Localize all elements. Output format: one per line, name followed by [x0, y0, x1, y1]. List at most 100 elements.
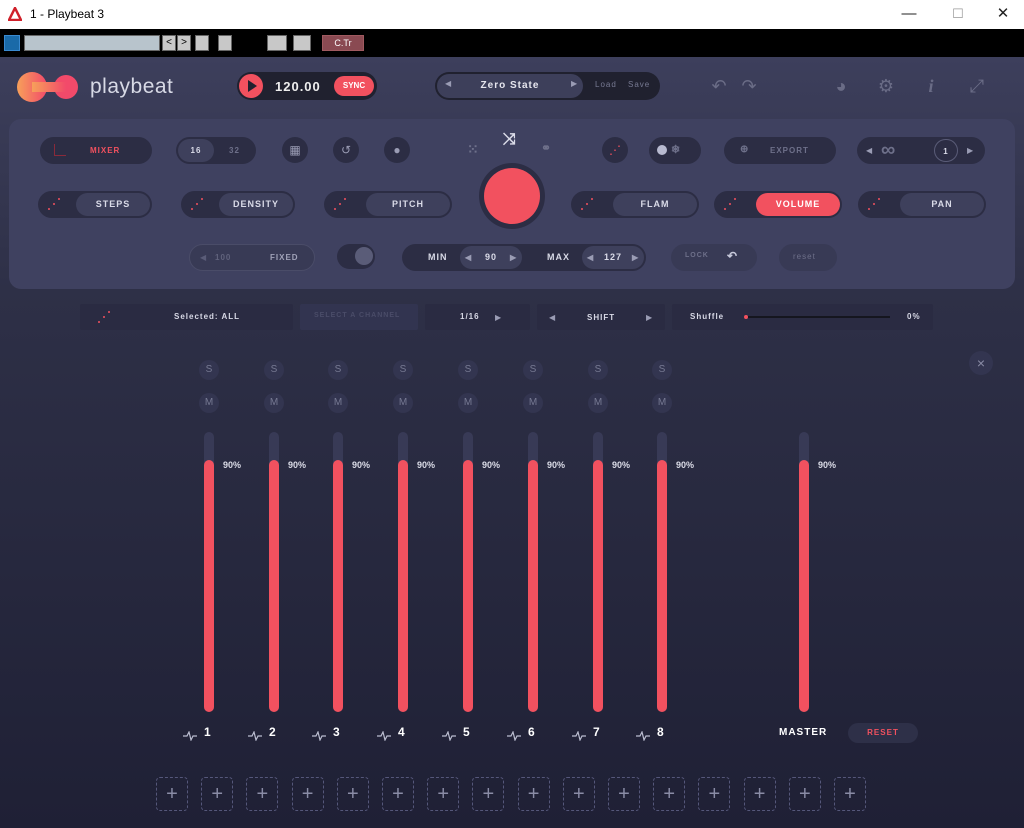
load-button[interactable]: Load — [595, 80, 617, 89]
redo-icon[interactable]: ↷ — [738, 75, 760, 97]
randomize-icon[interactable]: ⋰ — [602, 137, 628, 163]
preset-next-icon[interactable]: ▶ — [571, 79, 577, 88]
lock-button[interactable]: LOCK ↶ — [671, 244, 757, 271]
info-icon[interactable]: i — [920, 75, 942, 97]
host-ctr-button[interactable]: C.Tr — [322, 35, 364, 51]
flam-button[interactable]: FLAM — [613, 193, 697, 216]
add-slot-button[interactable]: + — [156, 777, 188, 811]
solo-button[interactable]: S — [393, 360, 413, 380]
add-slot-button[interactable]: + — [382, 777, 414, 811]
loop-prev-icon[interactable]: ◀ — [866, 146, 872, 155]
power-icon[interactable] — [4, 35, 20, 51]
add-slot-button[interactable]: + — [834, 777, 866, 811]
theme-icon[interactable]: ◕ — [830, 75, 852, 97]
mute-button[interactable]: M — [393, 393, 413, 413]
play-button[interactable] — [239, 74, 263, 98]
add-slot-button[interactable]: + — [517, 777, 550, 811]
routing-icon[interactable] — [267, 35, 287, 51]
waveform-icon[interactable] — [572, 728, 586, 742]
fader-level[interactable] — [799, 460, 809, 712]
solo-button[interactable]: S — [199, 360, 219, 380]
mute-button[interactable]: M — [328, 393, 348, 413]
mixer-toggle[interactable]: MIXER — [40, 137, 152, 164]
channel-fader[interactable] — [463, 432, 473, 712]
randomize-all-knob[interactable] — [479, 163, 545, 229]
channel-fader[interactable] — [528, 432, 538, 712]
solo-button[interactable]: S — [652, 360, 672, 380]
export-button[interactable]: ⊕ EXPORT — [724, 137, 836, 164]
steps-32-button[interactable]: 32 — [229, 146, 240, 155]
mute-button[interactable]: M — [652, 393, 672, 413]
host-settings-icon[interactable] — [293, 35, 311, 51]
host-prev-button[interactable]: < — [162, 35, 176, 51]
fader-level[interactable] — [269, 460, 279, 712]
flam-randomize-icon[interactable] — [581, 198, 593, 210]
solo-button[interactable]: S — [523, 360, 543, 380]
waveform-icon[interactable] — [312, 728, 326, 742]
fader-level[interactable] — [333, 460, 343, 712]
min-prev-icon[interactable]: ◀ — [465, 246, 472, 269]
add-slot-button[interactable]: + — [562, 777, 595, 811]
add-slot-button[interactable]: + — [336, 777, 369, 811]
add-slot-button[interactable]: + — [246, 777, 279, 811]
preset-name[interactable]: Zero State — [437, 74, 583, 98]
rotate-icon[interactable]: ↺ — [333, 137, 359, 163]
close-button[interactable]: ✕ — [980, 3, 1024, 25]
sync-button[interactable]: SYNC — [334, 76, 374, 96]
min-value[interactable]: ◀ 90 ▶ — [460, 246, 522, 269]
steps-randomize-icon[interactable] — [48, 198, 60, 210]
steps-button[interactable]: STEPS — [76, 193, 150, 216]
mode-toggle[interactable]: ❄ — [649, 137, 701, 164]
channel-fader[interactable] — [593, 432, 603, 712]
volume-button[interactable]: VOLUME — [756, 193, 840, 216]
loop-count[interactable]: 1 — [934, 139, 958, 162]
fader-level[interactable] — [528, 460, 538, 712]
add-slot-button[interactable]: + — [608, 777, 640, 811]
reset-lock-button[interactable]: reset — [779, 244, 837, 271]
undo-icon[interactable]: ↶ — [708, 75, 730, 97]
solo-button[interactable]: S — [264, 360, 284, 380]
mute-button[interactable]: M — [588, 393, 608, 413]
channel-fader[interactable] — [269, 432, 279, 712]
mute-button[interactable]: M — [199, 393, 219, 413]
settings-gear-icon[interactable]: ⚙ — [875, 75, 897, 97]
link-icon[interactable]: ⚭ — [541, 141, 552, 155]
pan-randomize-icon[interactable] — [868, 198, 880, 210]
density-button[interactable]: DENSITY — [219, 193, 293, 216]
solo-button[interactable]: S — [458, 360, 478, 380]
waveform-icon[interactable] — [248, 728, 262, 742]
loop-next-icon[interactable]: ▶ — [967, 146, 973, 155]
host-next-button[interactable]: > — [177, 35, 191, 51]
waveform-icon[interactable] — [377, 728, 391, 742]
add-slot-button[interactable]: + — [698, 777, 731, 811]
channel-fader[interactable] — [333, 432, 343, 712]
grid-icon[interactable]: ▦ — [282, 137, 308, 163]
max-prev-icon[interactable]: ◀ — [587, 246, 594, 269]
save-disk-icon[interactable] — [218, 35, 232, 51]
channel-fader[interactable] — [204, 432, 214, 712]
fixed-velocity[interactable]: ◀ 100 FIXED — [189, 244, 315, 271]
fader-level[interactable] — [657, 460, 667, 712]
master-fader[interactable] — [799, 432, 809, 712]
mute-button[interactable]: M — [523, 393, 543, 413]
mute-button[interactable]: M — [264, 393, 284, 413]
waveform-icon[interactable] — [507, 728, 521, 742]
folder-icon[interactable] — [195, 35, 209, 51]
max-next-icon[interactable]: ▶ — [632, 246, 639, 269]
add-slot-button[interactable]: + — [291, 777, 324, 811]
fader-level[interactable] — [593, 460, 603, 712]
density-randomize-icon[interactable] — [191, 198, 203, 210]
add-slot-button[interactable]: + — [201, 777, 234, 811]
steps-16-button[interactable]: 16 — [178, 139, 214, 162]
bpm-value[interactable]: 120.00 — [275, 79, 321, 94]
mute-button[interactable]: M — [458, 393, 478, 413]
resize-icon[interactable]: ⤢ — [966, 75, 988, 97]
dice-icon[interactable]: ⁙ — [467, 141, 480, 158]
max-value[interactable]: ◀ 127 ▶ — [582, 246, 644, 269]
add-slot-button[interactable]: + — [788, 777, 821, 811]
pitch-button[interactable]: PITCH — [366, 193, 450, 216]
pan-button[interactable]: PAN — [900, 193, 984, 216]
solo-button[interactable]: S — [588, 360, 608, 380]
min-next-icon[interactable]: ▶ — [510, 246, 517, 269]
fixed-toggle[interactable] — [337, 244, 375, 269]
